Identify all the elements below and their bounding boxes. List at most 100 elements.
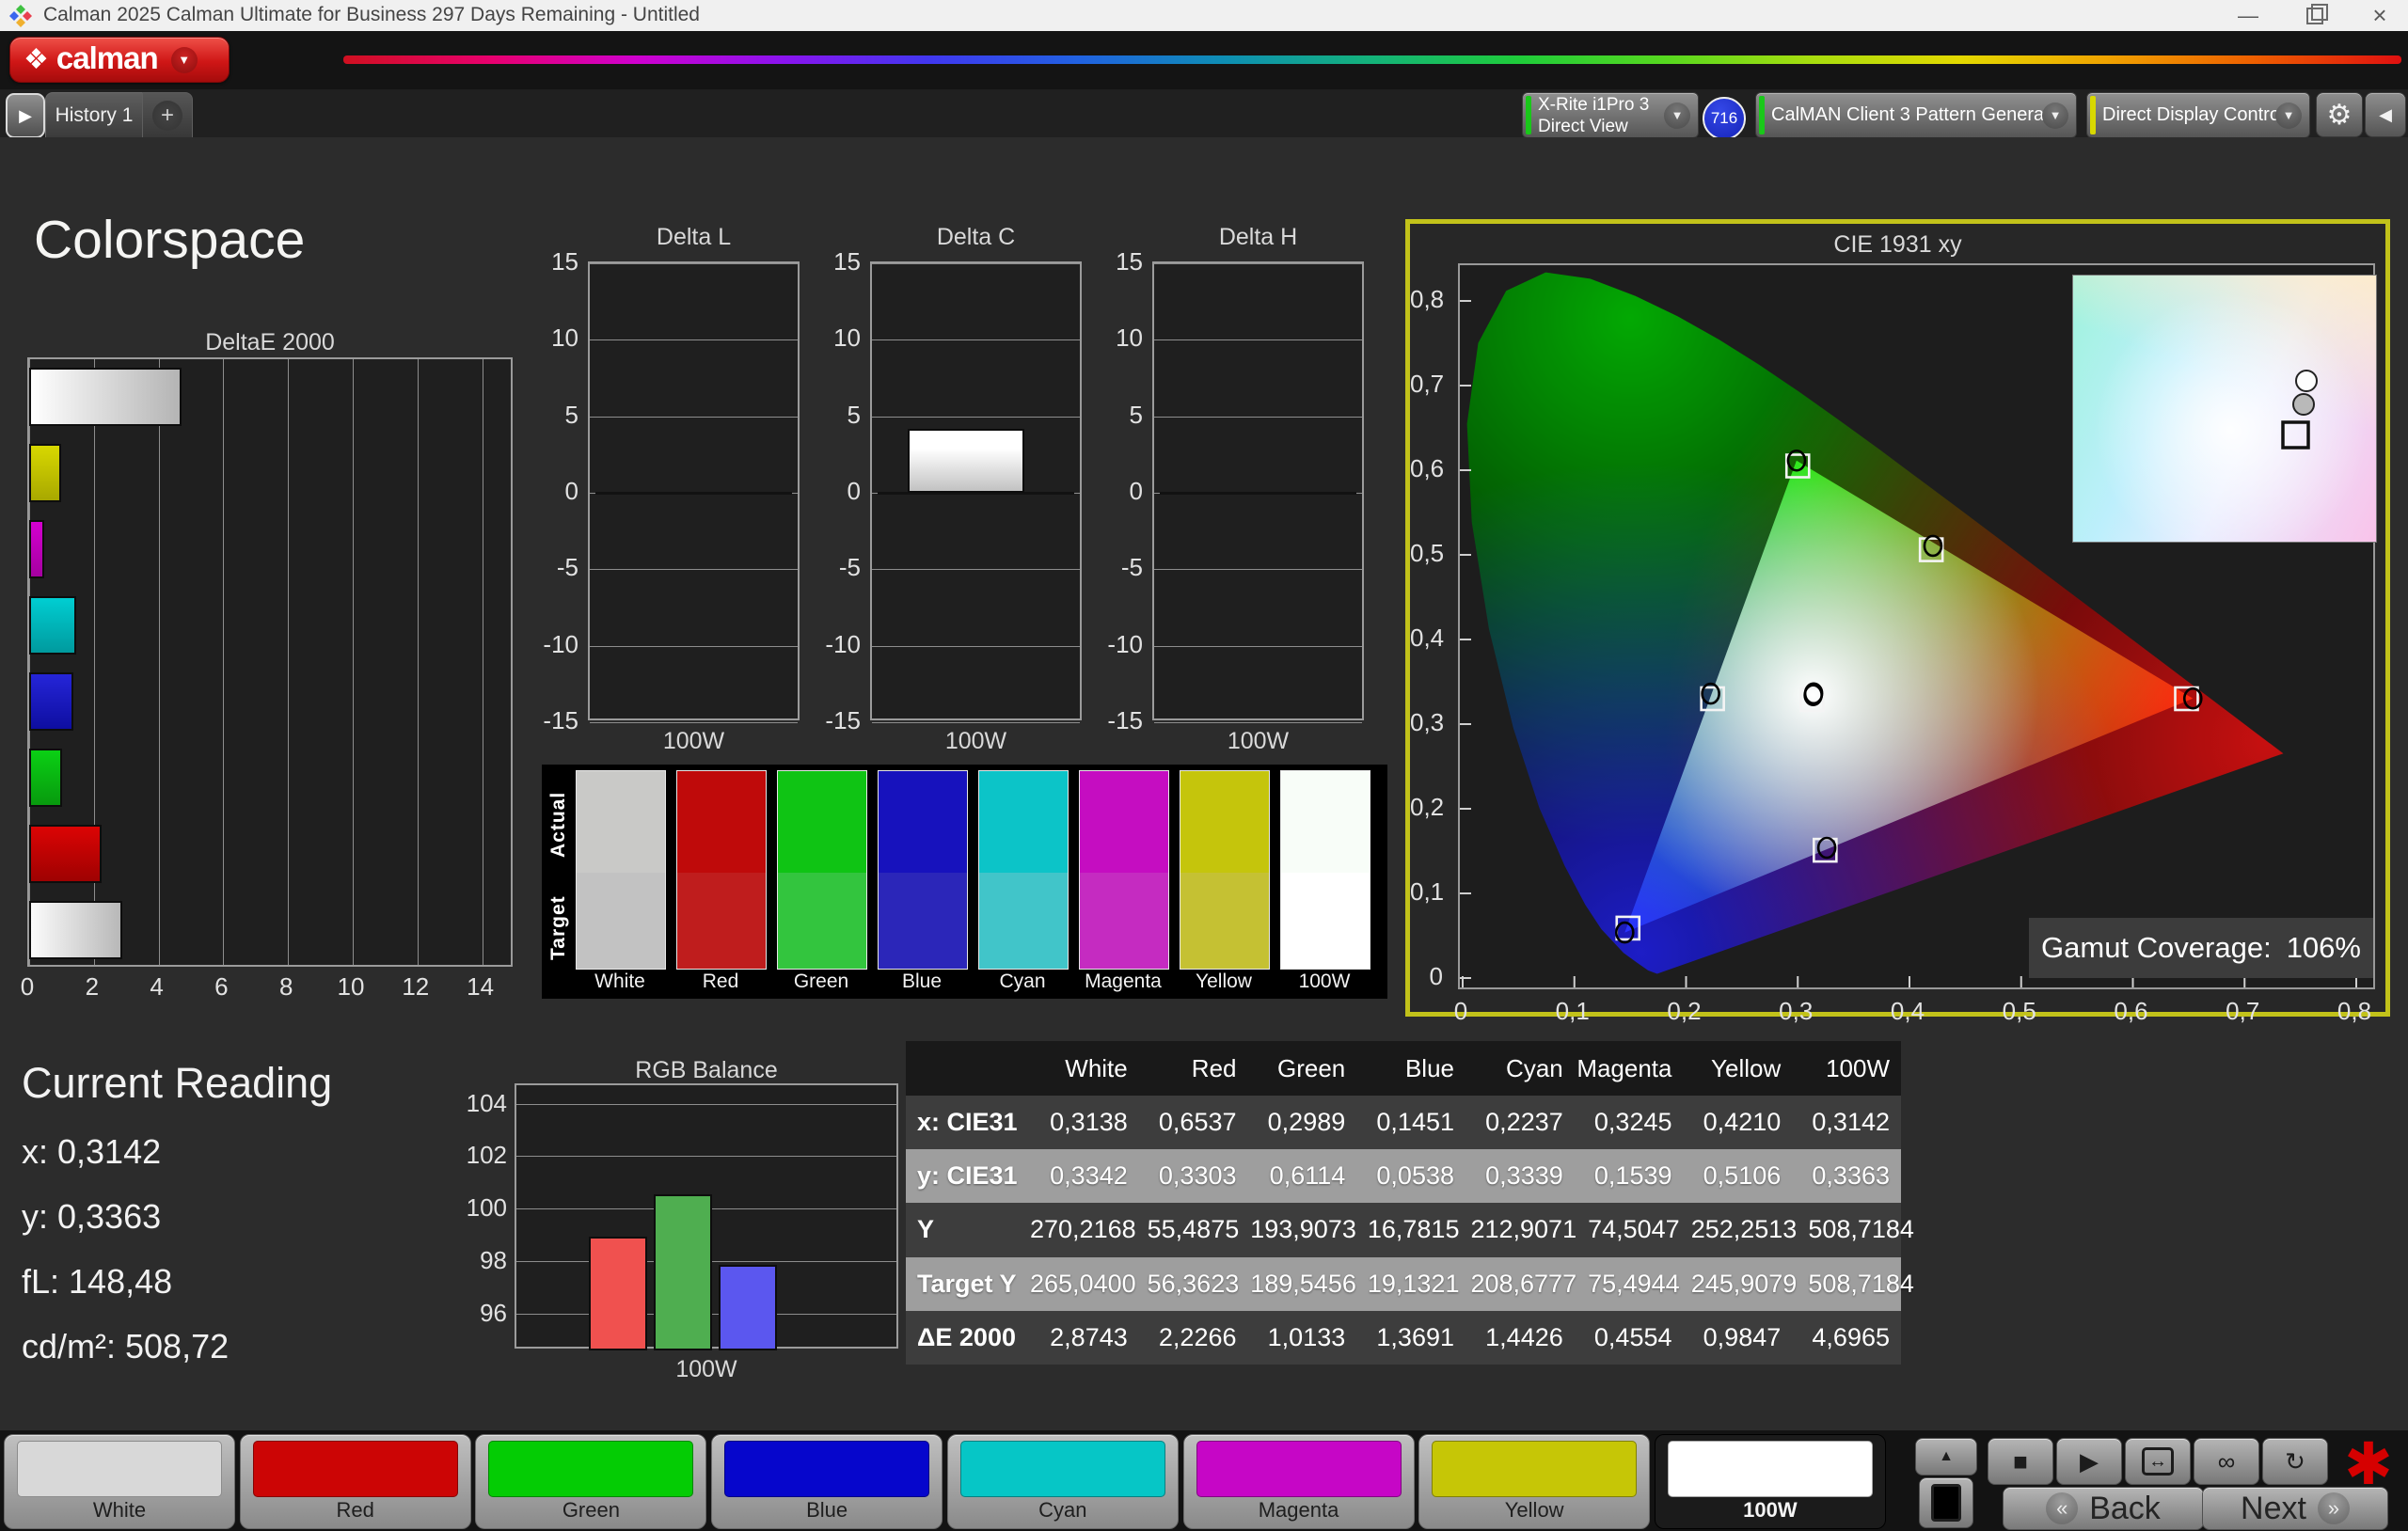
minimize-button[interactable]: — bbox=[2220, 0, 2276, 31]
table-row-x-cie31: x: CIE31 0,3138 0,6537 0,2989 0,1451 0,2237 0,… bbox=[906, 1096, 1901, 1150]
column-header-white: White bbox=[1065, 1053, 1128, 1082]
delta-chart-title: Delta H bbox=[1218, 224, 1298, 250]
cie-y-tick-label: 0,2 bbox=[1410, 793, 1445, 821]
chevron-left-icon: ◀ bbox=[2379, 104, 2392, 124]
gridline bbox=[590, 416, 798, 418]
chevron-down-icon: ▼ bbox=[2042, 102, 2068, 129]
actual-target-swatch-panel: Actual Target White Red Green Blue Cyan Magenta… bbox=[542, 765, 1387, 999]
delta-chart-delta-h: Delta H 15 10 5 0 -5 -10 -15 100W bbox=[1107, 224, 1364, 754]
collapse-panel-button[interactable]: ◀ bbox=[2365, 92, 2406, 137]
display-window-button[interactable] bbox=[1919, 1477, 1973, 1528]
cell-value: 212,9071 bbox=[1470, 1215, 1577, 1244]
gear-icon: ⚙ bbox=[2326, 99, 2353, 131]
pattern-button-100w[interactable]: 100W bbox=[1654, 1434, 1886, 1529]
continuous-button[interactable]: ∞ bbox=[2194, 1438, 2259, 1485]
pattern-button-red[interactable]: Red bbox=[239, 1434, 471, 1529]
reading-x: x: 0,3142 bbox=[22, 1132, 162, 1171]
cell-value: 0,1451 bbox=[1376, 1108, 1454, 1137]
settings-button[interactable]: ⚙ bbox=[2316, 92, 2363, 137]
display-window-icon bbox=[1931, 1484, 1961, 1522]
gridline bbox=[590, 339, 798, 341]
display-control-label: Direct Display Control bbox=[2102, 104, 2285, 125]
alert-asterisk-icon[interactable]: ✱ bbox=[2344, 1432, 2393, 1498]
meter-dropdown[interactable]: X-Rite i1Pro 3 Direct View ▼ bbox=[1522, 92, 1699, 138]
inset-actual-marker-100w bbox=[2292, 393, 2315, 416]
pattern-swatch bbox=[1667, 1441, 1873, 1497]
play-button[interactable]: ▶ bbox=[2056, 1438, 2122, 1485]
cie-y-tick-label: 0 bbox=[1429, 962, 1443, 990]
restore-button[interactable] bbox=[2286, 0, 2342, 31]
pattern-button-white[interactable]: White bbox=[4, 1434, 235, 1529]
pattern-button-yellow[interactable]: Yellow bbox=[1418, 1434, 1651, 1529]
column-header-green: Green bbox=[1276, 1053, 1346, 1082]
y-tick-label: 0 bbox=[564, 477, 578, 505]
cie-x-tick-label: 0,7 bbox=[2226, 997, 2260, 1025]
pattern-label: Magenta bbox=[1258, 1498, 1339, 1522]
panel-expander-button[interactable]: ▶ bbox=[6, 93, 45, 138]
tab-history-1[interactable]: History 1 bbox=[45, 92, 143, 138]
pattern-window-button[interactable]: ↔ bbox=[2125, 1438, 2191, 1485]
y-tick-label: -5 bbox=[838, 553, 861, 582]
cell-value: 0,3142 bbox=[1812, 1108, 1890, 1137]
y-tick-label: -15 bbox=[1107, 706, 1143, 734]
deltae-chart-title: DeltaE 2000 bbox=[205, 329, 335, 355]
back-button[interactable]: « Back bbox=[2003, 1487, 2204, 1530]
cell-value: 0,2237 bbox=[1485, 1108, 1563, 1137]
cell-value: 193,9073 bbox=[1250, 1215, 1356, 1244]
cie-x-tick-label: 0,4 bbox=[1890, 997, 1925, 1025]
inset-target-marker bbox=[2281, 420, 2310, 450]
stop-button[interactable]: ■ bbox=[1988, 1438, 2053, 1485]
cie-x-tick-label: 0,8 bbox=[2337, 997, 2372, 1025]
swatch-column-red: Red bbox=[676, 770, 767, 993]
y-tick-label: -5 bbox=[556, 553, 578, 582]
cell-value: 508,7184 bbox=[1808, 1215, 1914, 1244]
cie-y-tick-label: 0,5 bbox=[1410, 539, 1445, 567]
y-tick-label: -15 bbox=[825, 706, 861, 734]
cie-y-tick-label: 0,8 bbox=[1410, 285, 1445, 313]
column-header-cyan: Cyan bbox=[1506, 1053, 1563, 1082]
swatch-column-green: Green bbox=[777, 770, 867, 993]
zero-axis-line bbox=[1160, 491, 1356, 495]
cell-value: 252,2513 bbox=[1690, 1215, 1798, 1244]
cell-value: 1,0133 bbox=[1267, 1322, 1346, 1351]
add-tab-button[interactable]: + bbox=[142, 92, 193, 138]
pattern-label: Green bbox=[562, 1498, 620, 1522]
cell-value: 1,3691 bbox=[1376, 1322, 1454, 1351]
gridline bbox=[872, 722, 1080, 723]
swatch-column-yellow: Yellow bbox=[1180, 770, 1270, 993]
chevron-double-left-icon: « bbox=[2046, 1492, 2079, 1524]
chevron-down-icon: ▼ bbox=[1664, 102, 1690, 129]
meter-name: X-Rite i1Pro 3 bbox=[1538, 94, 1650, 115]
pattern-button-green[interactable]: Green bbox=[475, 1434, 707, 1529]
chevron-down-icon: ▼ bbox=[170, 46, 198, 73]
deltae-bar-red bbox=[29, 825, 102, 883]
app-icon bbox=[9, 5, 32, 27]
cell-value: 0,4554 bbox=[1593, 1322, 1672, 1351]
play-icon: ▶ bbox=[2080, 1446, 2099, 1476]
pattern-button-blue[interactable]: Blue bbox=[711, 1434, 943, 1529]
actual-swatch bbox=[1079, 770, 1169, 873]
swatch-label: Cyan bbox=[999, 971, 1046, 992]
display-control-dropdown[interactable]: Direct Display Control ▼ bbox=[2086, 92, 2310, 138]
next-label: Next bbox=[2241, 1490, 2306, 1526]
app-header: ❖ calman ▼ bbox=[0, 31, 2408, 89]
x-tick-label: 4 bbox=[150, 972, 164, 1001]
rgb-balance-chart: RGB Balance 104 102 100 98 96 100W bbox=[467, 1057, 898, 1386]
up-arrow-icon: ▲ bbox=[1939, 1448, 1954, 1464]
pattern-swatch bbox=[1196, 1441, 1402, 1497]
pattern-button-cyan[interactable]: Cyan bbox=[946, 1434, 1179, 1529]
meter-count-badge[interactable]: 716 bbox=[1703, 97, 1746, 140]
cell-value: 508,7184 bbox=[1808, 1269, 1914, 1298]
target-swatch bbox=[978, 873, 1069, 970]
deltae-bar-blue bbox=[29, 672, 74, 731]
pattern-swatch bbox=[959, 1441, 1165, 1497]
column-header-yellow: Yellow bbox=[1711, 1053, 1782, 1082]
y-tick-label: -15 bbox=[543, 706, 578, 734]
close-button[interactable]: × bbox=[2352, 0, 2408, 31]
pattern-button-magenta[interactable]: Magenta bbox=[1182, 1434, 1415, 1529]
pattern-generator-dropdown[interactable]: CalMAN Client 3 Pattern Generator ▼ bbox=[1755, 92, 2077, 138]
pattern-window-icon: ↔ bbox=[2142, 1447, 2174, 1476]
loop-button[interactable]: ↻ bbox=[2262, 1438, 2328, 1485]
slide-up-button[interactable]: ▲ bbox=[1915, 1438, 1977, 1476]
calman-menu-button[interactable]: ❖ calman ▼ bbox=[9, 37, 230, 83]
